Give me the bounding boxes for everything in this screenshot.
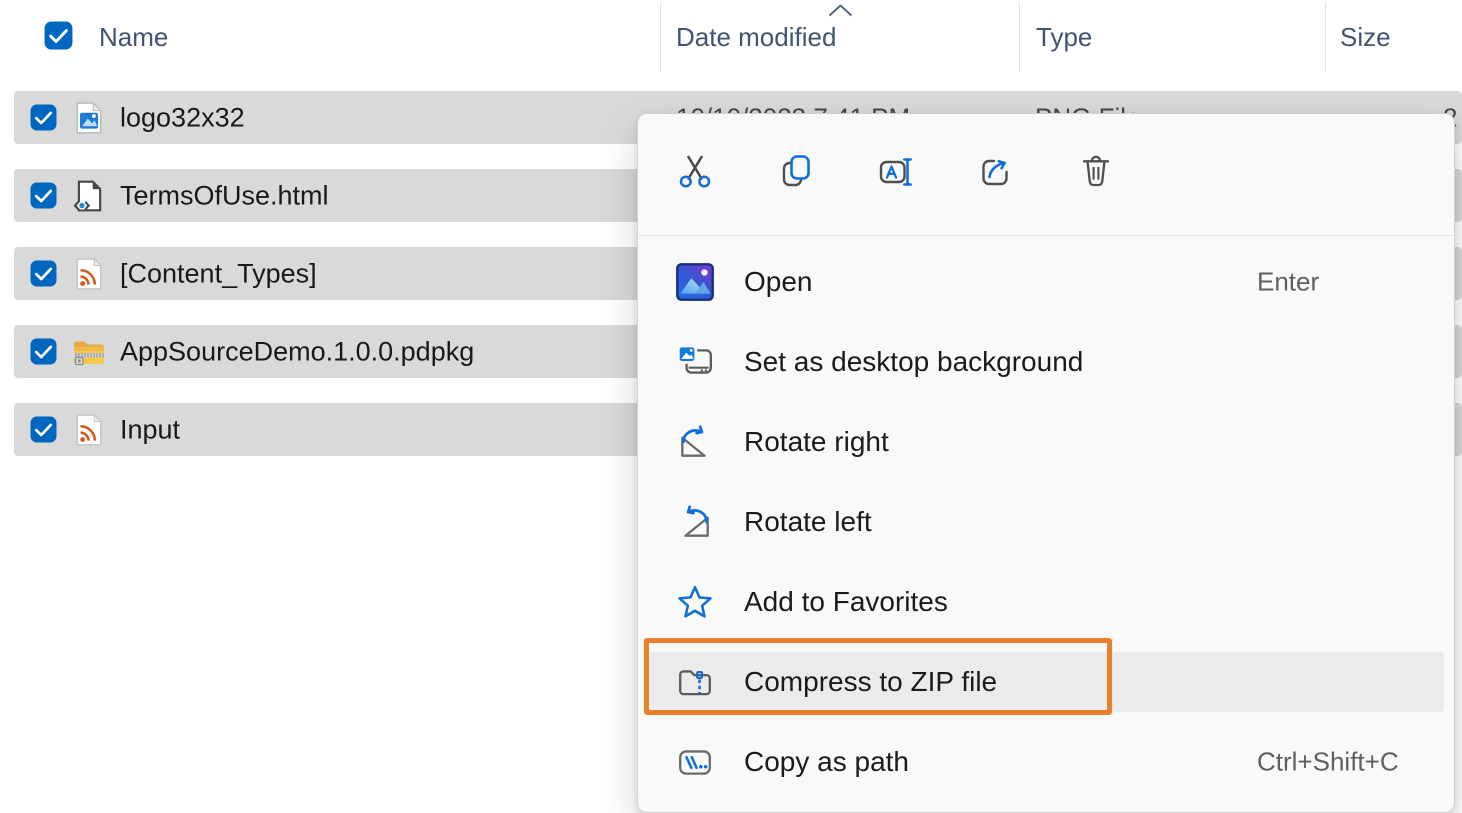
- delete-button[interactable]: [1072, 147, 1120, 195]
- menu-item-rotate-right[interactable]: Rotate right: [648, 412, 1444, 472]
- file-name: TermsOfUse.html: [120, 180, 329, 211]
- menu-item-label: Rotate right: [744, 426, 889, 458]
- menu-item-label: Add to Favorites: [744, 586, 948, 618]
- row-checkbox[interactable]: [30, 416, 57, 443]
- column-header-name[interactable]: Name: [99, 22, 168, 53]
- rename-icon: [876, 151, 916, 191]
- cut-icon: [676, 151, 716, 191]
- copy-icon: [776, 151, 816, 191]
- menu-divider: [639, 235, 1453, 236]
- file-name: logo32x32: [120, 102, 245, 133]
- row-checkbox[interactable]: [30, 182, 57, 209]
- rotate-left-icon: [676, 503, 714, 541]
- xml-file-icon: [72, 413, 106, 447]
- xml-file-icon: [72, 257, 106, 291]
- column-header-type[interactable]: Type: [1036, 22, 1092, 53]
- context-menu: Open Enter Set as desktop background Rot…: [637, 113, 1455, 813]
- star-icon: [676, 583, 714, 621]
- row-checkbox[interactable]: [30, 104, 57, 131]
- menu-item-set-as-desktop-background[interactable]: Set as desktop background: [648, 332, 1444, 392]
- copy-button[interactable]: [772, 147, 820, 195]
- menu-item-shortcut: Enter: [1257, 267, 1319, 298]
- row-checkbox[interactable]: [30, 260, 57, 287]
- file-name: Input: [120, 414, 180, 445]
- menu-item-label: Rotate left: [744, 506, 872, 538]
- menu-item-rotate-left[interactable]: Rotate left: [648, 492, 1444, 552]
- row-checkbox[interactable]: [30, 338, 57, 365]
- menu-item-copy-as-path[interactable]: Copy as path Ctrl+Shift+C: [648, 732, 1444, 792]
- html-file-icon: [72, 179, 106, 213]
- file-name: [Content_Types]: [120, 258, 317, 289]
- column-divider[interactable]: [660, 2, 661, 72]
- menu-item-label: Copy as path: [744, 746, 909, 778]
- column-divider[interactable]: [1325, 2, 1326, 72]
- file-name: AppSourceDemo.1.0.0.pdpkg: [120, 336, 474, 367]
- column-header-size[interactable]: Size: [1340, 22, 1391, 53]
- share-icon: [976, 151, 1016, 191]
- image-file-icon: [72, 101, 106, 135]
- photos-app-icon: [676, 263, 714, 301]
- rename-button[interactable]: [872, 147, 920, 195]
- column-divider[interactable]: [1019, 2, 1020, 72]
- zip-folder-icon: [72, 335, 106, 369]
- file-list-header: Name Date modified Type Size: [0, 0, 1462, 76]
- menu-item-add-to-favorites[interactable]: Add to Favorites: [648, 572, 1444, 632]
- menu-item-open[interactable]: Open Enter: [648, 252, 1444, 312]
- cut-button[interactable]: [672, 147, 720, 195]
- sort-ascending-icon: [827, 3, 854, 18]
- rotate-right-icon: [676, 423, 714, 461]
- menu-item-shortcut: Ctrl+Shift+C: [1257, 747, 1399, 778]
- menu-item-compress-to-zip-file[interactable]: Compress to ZIP file: [648, 652, 1444, 712]
- delete-icon: [1076, 151, 1116, 191]
- share-button[interactable]: [972, 147, 1020, 195]
- menu-item-label: Open: [744, 266, 813, 298]
- menu-item-label: Compress to ZIP file: [744, 666, 997, 698]
- column-header-date-modified[interactable]: Date modified: [676, 22, 836, 53]
- select-all-checkbox[interactable]: [44, 21, 73, 50]
- desktop-background-icon: [676, 343, 714, 381]
- path-icon: [676, 743, 714, 781]
- zip-compress-icon: [676, 663, 714, 701]
- menu-item-label: Set as desktop background: [744, 346, 1083, 378]
